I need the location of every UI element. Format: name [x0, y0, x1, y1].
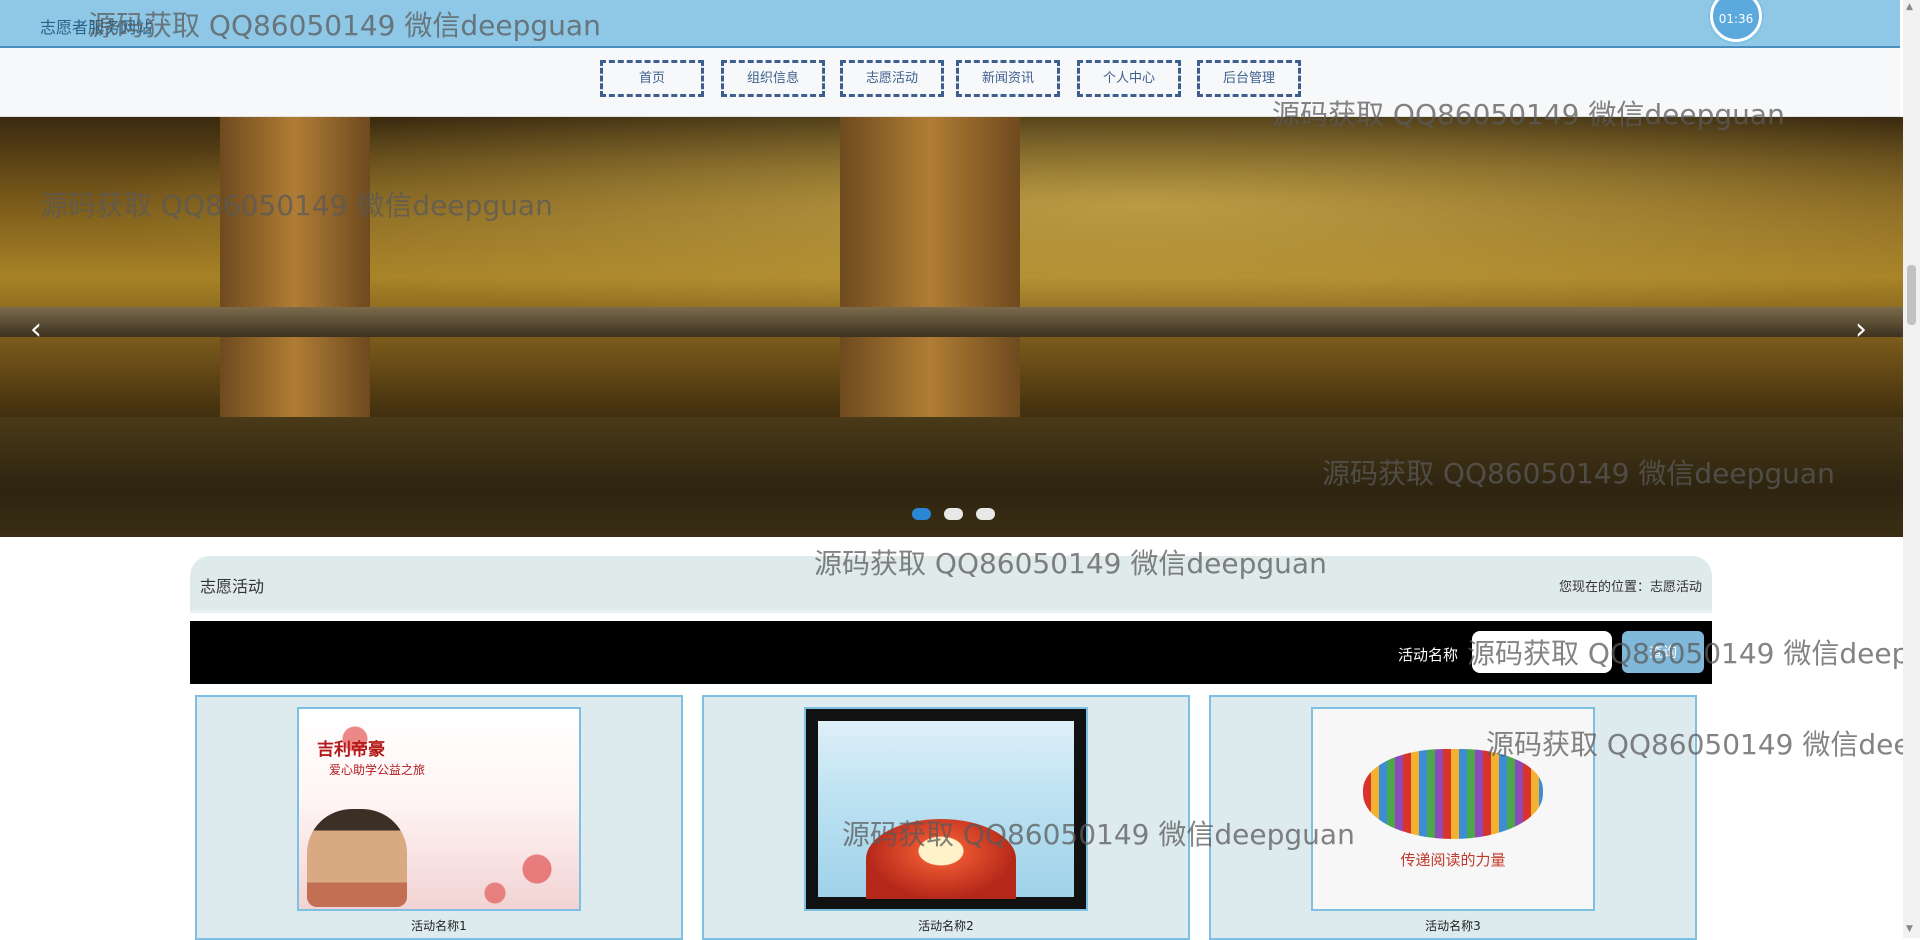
poster-title: 吉利帝豪: [317, 740, 385, 760]
carousel-indicators: [912, 505, 1003, 524]
page-scrollbar[interactable]: ▲ ▼: [1903, 0, 1920, 938]
child-photo: [307, 809, 407, 907]
watermark: 源码获取 QQ86050149 微信deepguan: [1272, 98, 1785, 131]
poster-subtitle: 爱心助学公益之旅: [329, 763, 426, 777]
bridge-tower-left: [220, 117, 370, 417]
activity-name[interactable]: 活动名称2: [704, 917, 1188, 934]
carousel-dot-1[interactable]: [912, 508, 931, 520]
watermark: 源码获取 QQ86050149 微信deepguan: [40, 189, 553, 222]
nav-news[interactable]: 新闻资讯: [956, 60, 1060, 97]
bridge-deck: [0, 307, 1903, 337]
watermark: 源码获取 QQ86050149 微信deepguan: [88, 9, 601, 42]
watermark: 源码获取 QQ86050149 微信deepguan: [1486, 728, 1920, 761]
bridge-tower-right: [840, 117, 1020, 427]
activity-name[interactable]: 活动名称3: [1211, 917, 1695, 934]
carousel-dot-3[interactable]: [976, 508, 996, 520]
nav-admin[interactable]: 后台管理: [1197, 60, 1301, 97]
search-label: 活动名称: [1398, 646, 1459, 664]
image-caption: 传递阅读的力量: [1400, 851, 1506, 869]
activity-card[interactable]: 吉利帝豪 爱心助学公益之旅 活动名称1: [195, 695, 683, 940]
scroll-thumb[interactable]: [1907, 265, 1916, 325]
nav-home[interactable]: 首页: [600, 60, 704, 97]
activity-image[interactable]: [804, 707, 1088, 911]
watermark: 源码获取 QQ86050149 微信deepguan: [842, 818, 1355, 851]
clock-badge: 01:36: [1710, 0, 1762, 42]
nav-personal-center[interactable]: 个人中心: [1077, 60, 1181, 97]
watermark: 源码获取 QQ86050149 微信deepguan: [814, 547, 1327, 580]
section-title: 志愿活动: [200, 577, 265, 596]
breadcrumb: 您现在的位置：志愿活动: [1558, 580, 1702, 595]
activity-image[interactable]: 吉利帝豪 爱心助学公益之旅: [297, 707, 581, 911]
chevron-left-icon[interactable]: ‹: [30, 312, 42, 347]
activity-name[interactable]: 活动名称1: [197, 917, 681, 934]
carousel-dot-2[interactable]: [944, 508, 964, 520]
scroll-down-icon[interactable]: ▼: [1906, 924, 1913, 934]
nav-organization[interactable]: 组织信息: [721, 60, 825, 97]
watermark: 源码获取 QQ86050149 微信deepguan: [1322, 457, 1835, 490]
scroll-up-icon[interactable]: ▲: [1906, 2, 1913, 12]
nav-volunteer-activities[interactable]: 志愿活动: [840, 60, 944, 97]
chevron-right-icon[interactable]: ›: [1855, 312, 1867, 347]
watermark: 源码获取 QQ86050149 微信deepguan: [1467, 637, 1920, 670]
